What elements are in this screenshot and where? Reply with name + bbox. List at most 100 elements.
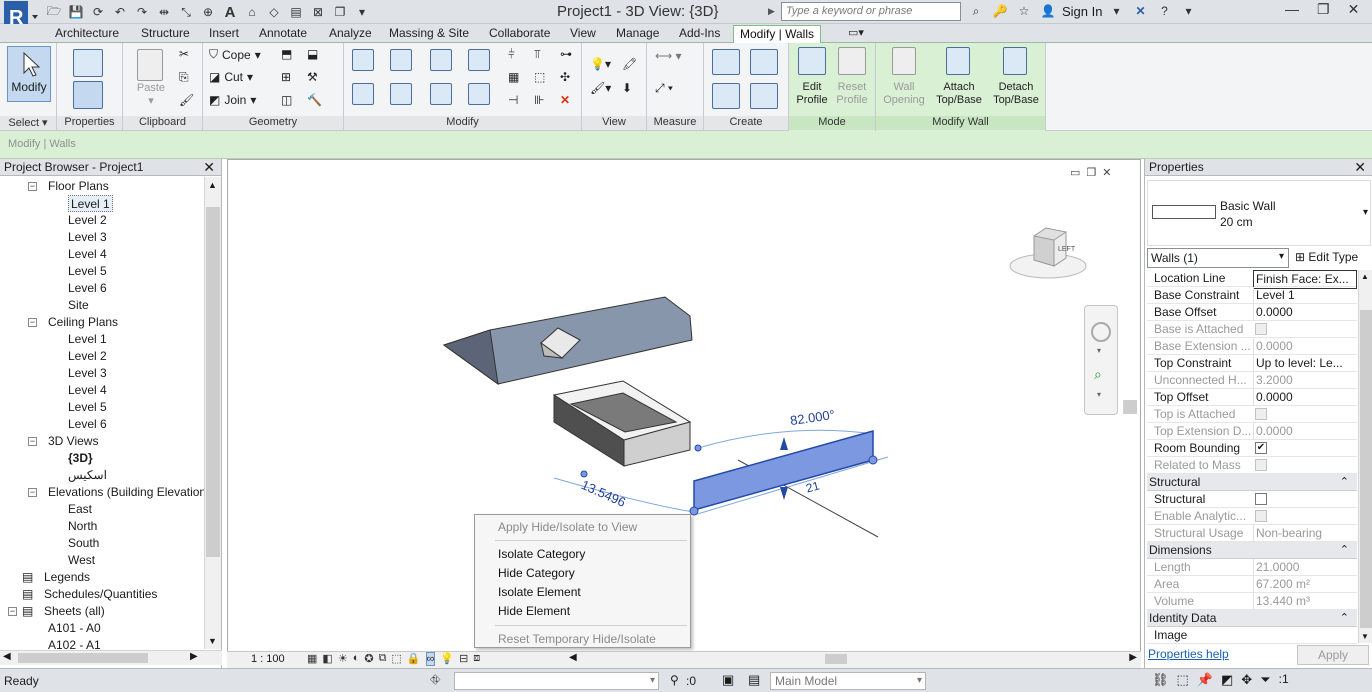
paste-dropdown-icon[interactable]: ▾ (141, 95, 161, 108)
tab-analyze[interactable]: Analyze (329, 25, 372, 43)
tree-item[interactable]: Level 5 (68, 399, 107, 416)
tree-item[interactable]: Level 6 (68, 280, 107, 297)
tree-item[interactable]: Elevations (Building Elevation (48, 484, 204, 501)
tree-item[interactable]: 3D Views (48, 433, 98, 450)
tree-expander-icon[interactable]: − (28, 488, 37, 497)
visual-style-icon[interactable]: ◧ (322, 652, 332, 666)
property-row[interactable]: Related to Mass (1147, 457, 1357, 474)
wall-end-grip-right[interactable] (868, 455, 878, 465)
paste-icon[interactable] (137, 49, 163, 81)
isolate-category-item[interactable]: Isolate Category (498, 547, 585, 561)
properties-help-link[interactable]: Properties help (1148, 647, 1229, 661)
property-section-header[interactable]: Structural ⌃ (1147, 474, 1357, 491)
3d-view-icon[interactable]: ⌂ (242, 3, 262, 21)
reset-hide-isolate-item[interactable]: Reset Temporary Hide/Isolate (498, 632, 656, 646)
modify-button[interactable]: Modify (7, 46, 51, 102)
tag-icon[interactable]: ⊕ (198, 3, 218, 21)
wall-joins-icon[interactable]: ⊞ (281, 70, 291, 84)
array-icon[interactable]: ▦ (508, 70, 519, 84)
tab-insert[interactable]: Insert (209, 25, 239, 43)
project-browser-scrollbar[interactable]: ▲ ▼ (204, 177, 221, 649)
property-row[interactable]: Room Bounding ✔ (1147, 440, 1357, 457)
editable-only-icon[interactable]: ▤ (748, 672, 760, 688)
cut-button[interactable]: ◪ Cut ▾ (209, 70, 253, 84)
copy-to-clipboard-icon[interactable]: ⎘ (179, 70, 189, 85)
split-face-icon[interactable]: ⬒ (281, 47, 292, 61)
project-browser-hscroll[interactable]: ◀ ▶ (0, 650, 222, 665)
tree-item[interactable]: Level 1 (68, 195, 113, 212)
dimension-grip[interactable] (580, 470, 588, 478)
properties-scrollbar[interactable]: ▲ ▼ (1358, 270, 1372, 643)
mirror-pick-axis-icon[interactable] (430, 49, 452, 71)
tree-item[interactable]: A102 - A1 (48, 637, 101, 649)
edit-profile-button[interactable]: Edit Profile (792, 81, 832, 107)
tree-item[interactable]: South (68, 535, 99, 552)
tree-item[interactable]: Level 1 (68, 331, 107, 348)
select-pinned-icon[interactable]: 📌 (1197, 672, 1213, 688)
redo-icon[interactable]: ↷ (132, 3, 152, 21)
edit-profile-icon[interactable] (798, 47, 826, 75)
tree-item[interactable]: Level 6 (68, 416, 107, 433)
pick-face-icon[interactable]: ◫ (281, 93, 292, 107)
detail-level-icon[interactable]: ▦ (307, 652, 317, 666)
design-option-field[interactable]: Main Model ▾ (770, 672, 926, 690)
favorites-icon[interactable]: ☆ (1014, 2, 1034, 20)
match-type-icon[interactable]: 🖌 (179, 93, 194, 107)
lock-view-icon[interactable]: 🔒 (407, 652, 421, 666)
reveal-hidden-icon[interactable]: 💡 (440, 652, 454, 666)
tree-item[interactable]: Site (68, 297, 89, 314)
flip-arrow-down[interactable] (780, 487, 788, 500)
tree-item[interactable]: West (68, 552, 95, 569)
property-value[interactable]: 13.440 m³ (1253, 593, 1357, 610)
type-selector-dropdown-icon[interactable]: ▾ (1363, 207, 1368, 218)
angle-grip[interactable] (694, 444, 702, 452)
props-scroll-down-icon[interactable]: ▼ (1361, 632, 1369, 641)
property-value[interactable]: Up to level: Le... (1253, 355, 1357, 372)
steering-wheel-icon[interactable] (1091, 322, 1111, 342)
property-value[interactable]: 21.0000 (1253, 559, 1357, 576)
detach-top-base-button[interactable]: Detach Top/Base (989, 81, 1043, 107)
trim-multiple-icon[interactable]: ⊪ (534, 93, 544, 107)
cut-to-clipboard-icon[interactable]: ✂ (179, 47, 189, 61)
collapse-section-icon[interactable]: ⌃ (1340, 542, 1349, 559)
tree-item[interactable]: East (68, 501, 92, 518)
editing-requests-icon[interactable]: ⚲ (670, 673, 679, 687)
close-project-browser-icon[interactable]: ✕ (203, 159, 215, 176)
attach-top-base-button[interactable]: Attach Top/Base (932, 81, 986, 107)
property-row[interactable]: Area 67.200 m² (1147, 576, 1357, 593)
minimize-icon[interactable]: — (1285, 1, 1299, 18)
scroll-thumb[interactable] (206, 207, 220, 557)
property-row[interactable]: Enable Analytic... (1147, 508, 1357, 525)
detach-top-base-icon[interactable] (1003, 47, 1027, 75)
move-icon[interactable] (352, 83, 374, 105)
steering-dropdown-icon[interactable]: ▾ (1097, 346, 1101, 355)
tree-item[interactable]: Level 3 (68, 229, 107, 246)
delete-icon[interactable]: ✕ (560, 93, 570, 107)
linework-icon[interactable]: 🖌▾ (590, 81, 611, 95)
reset-profile-icon[interactable] (838, 47, 866, 75)
tree-expander-icon[interactable]: − (8, 607, 17, 616)
view-filter-icon[interactable]: ⬇ (622, 81, 632, 95)
dimension-icon[interactable]: ⤡ (176, 3, 196, 21)
pin-icon[interactable]: ⊶ (560, 47, 572, 61)
close-properties-icon[interactable]: ✕ (1354, 159, 1366, 176)
search-expand-icon[interactable]: ▶ (768, 2, 780, 21)
help-icon[interactable]: ? (1154, 2, 1174, 20)
tree-item[interactable]: Level 5 (68, 263, 107, 280)
sun-path-icon[interactable]: ☀ (338, 652, 348, 666)
rotate-icon[interactable] (430, 83, 452, 105)
hscroll-thumb[interactable] (18, 653, 148, 663)
sign-in-dropdown-icon[interactable]: ▾ (1106, 2, 1126, 20)
scroll-down-icon[interactable]: ▼ (208, 636, 217, 646)
design-option-dropdown-icon[interactable]: ▾ (917, 673, 922, 689)
close-icon[interactable]: ✕ (1348, 1, 1360, 18)
tree-item[interactable]: Level 4 (68, 246, 107, 263)
property-checkbox[interactable] (1255, 323, 1267, 335)
flip-arrow-up[interactable] (780, 437, 788, 450)
sync-icon[interactable]: ⟳ (88, 3, 108, 21)
select-underlay-icon[interactable]: ⬚ (1177, 672, 1189, 688)
property-row[interactable]: Location Line Finish Face: Ex... (1147, 270, 1357, 289)
tree-item[interactable]: North (68, 518, 97, 535)
isolate-element-item[interactable]: Isolate Element (498, 585, 581, 599)
property-row[interactable]: Base Offset 0.0000 (1147, 304, 1357, 321)
